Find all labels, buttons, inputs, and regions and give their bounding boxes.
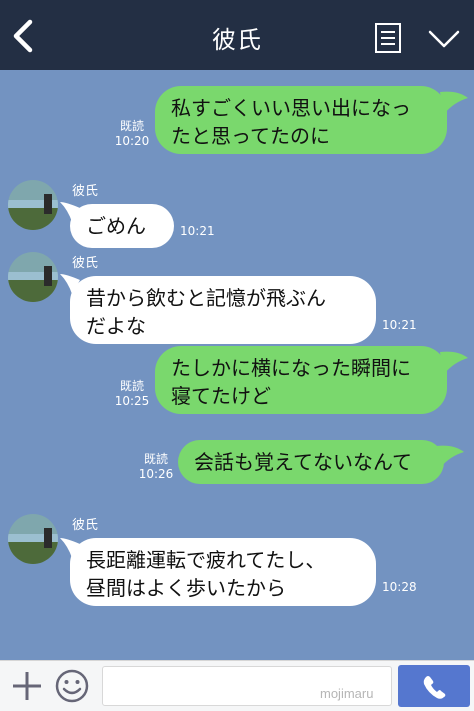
message-bubble[interactable]: 長距離運転で疲れてたし、 昼間はよく歩いたから [70,538,376,606]
message-time: 10:21 [180,224,215,238]
chat-area[interactable]: 私すごくいい思い出になっ たと思ってたのに 既読 10:20 彼氏 ごめん 10… [0,70,474,660]
chat-header: 彼氏 [0,0,474,70]
message-meta: 既読 10:20 [112,119,152,149]
message-meta: 既読 10:25 [112,379,152,409]
avatar-photo [8,514,58,564]
message-bubble[interactable]: 昔から飲むと記憶が飛ぶん だよな [70,276,376,344]
message-composer [0,660,474,711]
read-receipt: 既読 [119,379,144,393]
message-time: 10:25 [114,394,150,408]
message-text-line: たと思ってたのに [171,124,330,148]
message-time: 10:21 [382,318,417,332]
avatar[interactable] [8,514,58,564]
message-time: 10:28 [382,580,417,594]
message-bubble[interactable]: ごめん [70,204,174,248]
read-receipt: 既読 [143,452,168,466]
chevron-down-icon [428,30,460,48]
notes-menu-icon [375,23,401,53]
message-time: 10:20 [114,134,150,148]
sender-name: 彼氏 [72,518,99,533]
call-button[interactable] [398,665,470,707]
message-text: 会話も覚えてないなんて [194,450,412,474]
message-text-line: だよな [86,314,146,338]
plus-icon [13,672,41,700]
message-text-line: 私すごくいい思い出になっ [171,96,411,120]
message-text-line: 長距離運転で疲れてたし、 [86,548,326,572]
message-text-line: たしかに横になった瞬間に [171,356,411,380]
avatar-photo [8,180,58,230]
notes-menu-button[interactable] [372,22,404,54]
message-time: 10:26 [138,467,174,481]
phone-icon [423,676,446,699]
message-text-line: 昼間はよく歩いたから [86,576,286,600]
read-receipt: 既読 [119,119,144,133]
message-bubble[interactable]: 会話も覚えてないなんて [178,440,444,484]
message-meta: 既読 10:26 [134,452,178,482]
message-bubble[interactable]: たしかに横になった瞬間に 寝てたけど [155,346,447,414]
collapse-button[interactable] [424,24,464,54]
message-text-line: 昔から飲むと記憶が飛ぶん [86,286,326,310]
avatar[interactable] [8,252,58,302]
smiley-icon [55,669,89,703]
sender-name: 彼氏 [72,184,99,199]
sender-name: 彼氏 [72,256,99,271]
avatar[interactable] [8,180,58,230]
emoji-button[interactable] [54,668,90,704]
message-text-line: 寝てたけど [171,384,271,408]
message-text: ごめん [86,214,146,238]
watermark: mojimaru [320,686,374,701]
add-attachment-button[interactable] [10,669,44,703]
avatar-photo [8,252,58,302]
message-bubble[interactable]: 私すごくいい思い出になっ たと思ってたのに [155,86,447,154]
